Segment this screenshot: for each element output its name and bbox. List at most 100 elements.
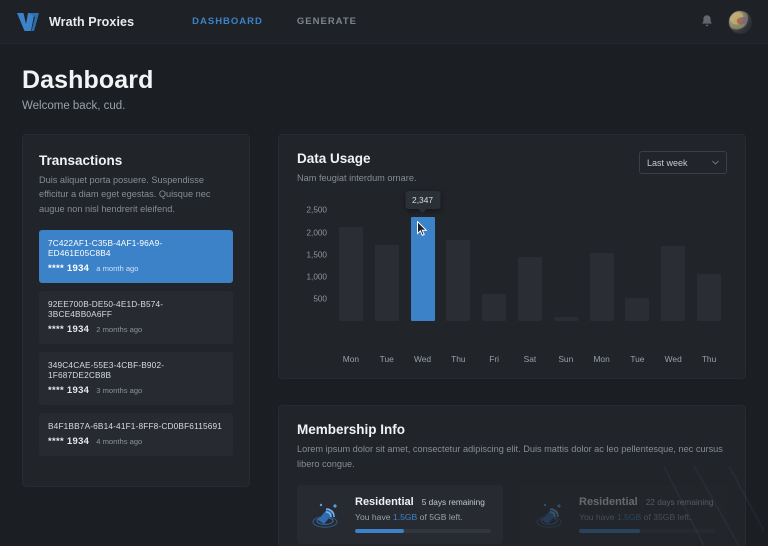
chart-x-tick: Wed bbox=[413, 354, 432, 365]
transaction-meta: **** 1934 2 months ago bbox=[48, 324, 224, 335]
proxy-signal-icon bbox=[536, 504, 562, 528]
chart-x-tick: Tue bbox=[379, 354, 394, 365]
chart-x-tick: Fri bbox=[489, 354, 500, 365]
chart-x-tick: Tue bbox=[630, 354, 645, 365]
membership-description: Lorem ipsum dolor sit amet, consectetur … bbox=[297, 444, 723, 469]
transaction-id: 349C4CAE-55E3-4CBF-B902-1F687DE2CB8B bbox=[48, 359, 165, 380]
usage-suffix: of 5GB left. bbox=[417, 511, 463, 522]
page-header: Dashboard Welcome back, cud. bbox=[0, 44, 768, 112]
membership-usage-text: You have 1.5GB of 5GB left. bbox=[355, 512, 491, 522]
membership-plan-name: Residential bbox=[579, 495, 638, 508]
transaction-time: 3 months ago bbox=[96, 385, 143, 395]
nav-link-generate[interactable]: GENERATE bbox=[297, 16, 357, 27]
chart-bar-slot bbox=[548, 199, 584, 322]
chart-bar[interactable] bbox=[482, 293, 507, 322]
data-usage-header-text: Data Usage Nam feugiat interdum ornare. bbox=[297, 151, 639, 185]
transaction-id: B4F1BB7A-6B14-41F1-8FF8-CD0BF6115691 bbox=[48, 420, 223, 431]
membership-days-remaining: 22 days remaining bbox=[645, 496, 714, 507]
chart-y-tick: 1,500 bbox=[306, 250, 328, 260]
chevron-down-icon bbox=[712, 160, 719, 165]
transaction-row[interactable]: B4F1BB7A-6B14-41F1-8FF8-CD0BF6115691 ***… bbox=[39, 412, 233, 456]
chart-x-tick: Wed bbox=[664, 354, 682, 365]
top-navbar: Wrath Proxies DASHBOARD GENERATE bbox=[0, 0, 768, 44]
membership-title: Membership Info bbox=[297, 422, 406, 438]
transaction-card: **** 1934 bbox=[48, 384, 90, 396]
transaction-card: **** 1934 bbox=[48, 323, 90, 335]
usage-suffix: of 35GB left. bbox=[641, 511, 692, 522]
data-usage-title: Data Usage bbox=[297, 151, 371, 166]
chart-bar-slot bbox=[620, 199, 656, 322]
chart-bar[interactable] bbox=[446, 239, 471, 322]
transaction-card: **** 1934 bbox=[48, 262, 90, 274]
chart-bar-slot bbox=[655, 199, 691, 322]
chart-bar[interactable] bbox=[517, 256, 542, 322]
right-column: Data Usage Nam feugiat interdum ornare. … bbox=[278, 134, 746, 546]
transaction-time: a month ago bbox=[96, 263, 139, 273]
transaction-id: 92EE700B-DE50-4E1D-B574-3BCE4BB0A6FF bbox=[48, 298, 164, 319]
usage-prefix: You have bbox=[355, 511, 393, 522]
data-usage-chart: 500 1,000 1,500 2,000 2,500 2,347 bbox=[297, 191, 727, 347]
chart-bar-slot bbox=[440, 199, 476, 322]
transaction-row[interactable]: 349C4CAE-55E3-4CBF-B902-1F687DE2CB8B ***… bbox=[39, 351, 233, 405]
membership-cards: Residential 5 days remaining You have 1.… bbox=[297, 484, 727, 544]
transaction-meta: **** 1934 4 months ago bbox=[48, 436, 224, 447]
transaction-time: 2 months ago bbox=[96, 324, 143, 334]
chart-bar[interactable] bbox=[697, 273, 722, 322]
data-usage-header: Data Usage Nam feugiat interdum ornare. … bbox=[297, 151, 727, 185]
chart-bar[interactable] bbox=[661, 246, 686, 322]
chart-bar[interactable] bbox=[625, 298, 650, 322]
transactions-list: 7C422AF1-C35B-4AF1-96A9-ED461E05C8B4 ***… bbox=[39, 229, 233, 456]
chart-bar[interactable] bbox=[410, 217, 435, 322]
membership-card[interactable]: Residential 5 days remaining You have 1.… bbox=[297, 484, 503, 544]
usage-amount: 1.5GB bbox=[392, 511, 418, 522]
chart-plot-area: 2,347 bbox=[333, 191, 727, 322]
chart-bar[interactable] bbox=[374, 244, 399, 322]
chart-bar-slot bbox=[512, 199, 548, 322]
chart-bar[interactable] bbox=[338, 226, 363, 322]
chart-x-tick: Sun bbox=[558, 354, 574, 365]
chart-bar[interactable] bbox=[589, 252, 614, 322]
membership-panel: Membership Info Lorem ipsum dolor sit am… bbox=[278, 405, 746, 546]
chart-x-tick: Thu bbox=[701, 354, 717, 365]
chart-x-axis: Mon Tue Wed Thu Fri Sat Sun Mon Tue Wed Thu bbox=[333, 354, 727, 364]
chart-x-tick: Mon bbox=[593, 354, 610, 365]
transaction-time: 4 months ago bbox=[96, 436, 143, 446]
chart-y-tick: 500 bbox=[313, 294, 327, 304]
proxy-signal-icon bbox=[312, 504, 338, 528]
transactions-panel: Transactions Duis aliquet porta posuere.… bbox=[22, 134, 250, 487]
chart-bar-slot bbox=[691, 199, 727, 322]
data-usage-description: Nam feugiat interdum ornare. bbox=[297, 173, 417, 183]
chart-bar-slot bbox=[369, 199, 405, 322]
nav-links: DASHBOARD GENERATE bbox=[192, 16, 357, 27]
date-range-select[interactable]: Last week bbox=[639, 151, 727, 174]
membership-progress-bar bbox=[579, 528, 715, 533]
chart-y-tick: 2,000 bbox=[306, 228, 328, 238]
membership-progress-bar bbox=[355, 528, 491, 533]
membership-card-header: Residential 5 days remaining bbox=[355, 496, 491, 508]
content-area: Transactions Duis aliquet porta posuere.… bbox=[0, 112, 768, 546]
membership-progress-fill bbox=[355, 528, 404, 533]
transactions-description: Duis aliquet porta posuere. Suspendisse … bbox=[39, 175, 211, 214]
chart-bar-slot bbox=[584, 199, 620, 322]
chart-y-tick: 2,500 bbox=[306, 205, 328, 215]
transaction-meta: **** 1934 a month ago bbox=[48, 263, 224, 274]
transaction-card: **** 1934 bbox=[48, 435, 90, 447]
chart-y-axis: 500 1,000 1,500 2,000 2,500 bbox=[297, 199, 333, 321]
user-avatar[interactable] bbox=[728, 9, 752, 34]
notification-bell-icon[interactable] bbox=[700, 14, 714, 29]
transaction-row[interactable]: 7C422AF1-C35B-4AF1-96A9-ED461E05C8B4 ***… bbox=[39, 229, 233, 283]
membership-card[interactable]: Residential 22 days remaining You have 1… bbox=[521, 484, 727, 544]
page-subtitle: Welcome back, cud. bbox=[22, 100, 126, 112]
transaction-row[interactable]: 92EE700B-DE50-4E1D-B574-3BCE4BB0A6FF ***… bbox=[39, 290, 233, 344]
nav-right bbox=[700, 9, 752, 34]
membership-plan-name: Residential bbox=[355, 495, 414, 508]
brand[interactable]: Wrath Proxies bbox=[16, 12, 134, 32]
chart-x-tick: Mon bbox=[342, 354, 360, 365]
left-column: Transactions Duis aliquet porta posuere.… bbox=[22, 134, 250, 487]
chart-y-tick: 1,000 bbox=[306, 272, 328, 282]
wrath-w-logo-icon bbox=[17, 12, 39, 31]
nav-link-dashboard[interactable]: DASHBOARD bbox=[192, 16, 263, 27]
membership-progress-fill bbox=[579, 528, 641, 533]
chart-x-tick: Thu bbox=[451, 354, 466, 365]
chart-bar[interactable] bbox=[553, 317, 578, 322]
